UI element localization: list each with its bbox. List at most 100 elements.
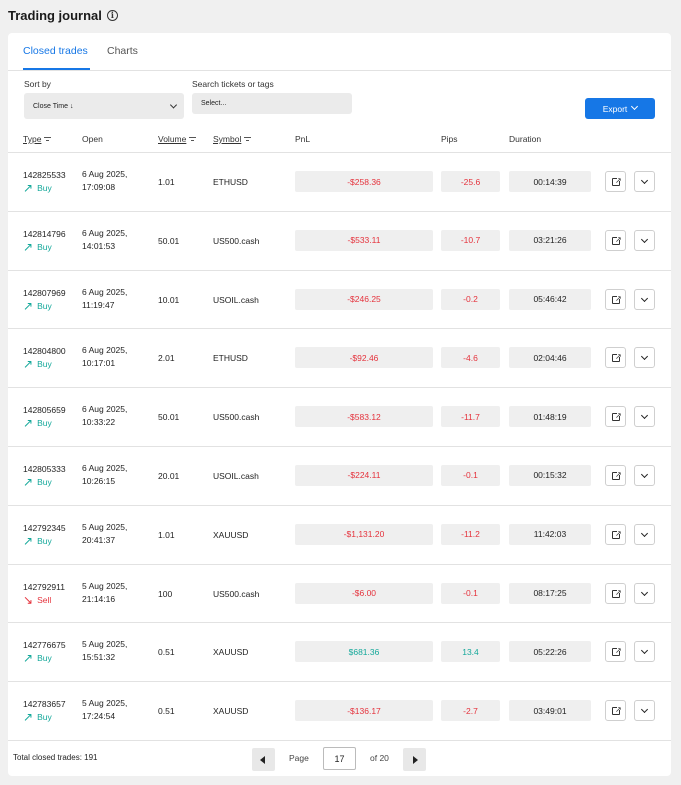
info-icon[interactable]: i <box>106 9 118 21</box>
open-time: 6 Aug 2025, 10:17:01 <box>82 344 127 370</box>
open-date: 6 Aug 2025, <box>82 286 128 297</box>
open-time: 6 Aug 2025, 10:33:22 <box>82 403 127 429</box>
open-trade-button[interactable]: ↗ <box>605 347 626 369</box>
expand-row-button[interactable] <box>634 288 655 310</box>
symbol-value: ETHUSD <box>213 353 248 364</box>
open-clock: 20:41:37 <box>82 534 116 545</box>
open-trade-button[interactable]: ↗ <box>605 523 626 545</box>
expand-row-button[interactable] <box>634 523 655 545</box>
column-volume-label: Volume <box>158 134 187 144</box>
direction-label: Sell <box>37 594 52 605</box>
expand-row-button[interactable] <box>634 171 655 192</box>
duration-value: 02:04:46 <box>509 347 591 369</box>
pnl-value: -$1,131.20 <box>295 523 433 545</box>
tab-charts[interactable]: Charts <box>107 45 138 57</box>
ticket-id: 142792911 <box>23 581 65 592</box>
column-symbol[interactable]: Symbol <box>213 134 252 144</box>
column-pips: Pips <box>441 134 458 144</box>
ticket-id: 142805333 <box>23 463 66 474</box>
pnl-value: -$246.25 <box>295 288 433 310</box>
ticket-id: 142805659 <box>23 405 66 416</box>
arrow-up-right-icon: ↗ <box>23 533 34 548</box>
search-tags-input[interactable]: Select... <box>192 93 352 114</box>
page-total-label: of 20 <box>370 753 389 763</box>
direction-label: Buy <box>37 241 52 252</box>
pnl-value: -$224.11 <box>295 464 433 486</box>
export-button[interactable]: Export <box>585 98 655 119</box>
expand-row-button[interactable] <box>634 406 655 428</box>
open-clock: 17:09:08 <box>82 182 116 192</box>
open-trade-button[interactable]: ↗ <box>605 288 626 310</box>
filter-icon <box>189 136 197 142</box>
tab-bar: Closed trades Charts <box>8 33 671 71</box>
open-trade-button[interactable]: ↗ <box>605 229 626 251</box>
open-time: 6 Aug 2025, 17:09:08 <box>82 168 127 194</box>
column-type-label: Type <box>23 134 42 144</box>
volume-value: 2.01 <box>158 353 175 364</box>
volume-value: 50.01 <box>158 235 180 246</box>
direction-label: Buy <box>37 300 52 311</box>
chevron-right-icon <box>413 756 418 764</box>
open-trade-button[interactable]: ↗ <box>605 406 626 428</box>
open-date: 5 Aug 2025, <box>82 580 128 591</box>
duration-value: 01:48:19 <box>509 406 591 428</box>
volume-value: 100 <box>158 588 173 599</box>
open-date: 6 Aug 2025, <box>82 345 128 356</box>
open-trade-button[interactable]: ↗ <box>605 582 626 604</box>
open-time: 6 Aug 2025, 14:01:53 <box>82 227 127 253</box>
expand-row-button[interactable] <box>634 229 655 251</box>
chevron-down-icon <box>640 235 649 243</box>
search-tags-placeholder: Select... <box>201 100 227 107</box>
sort-select[interactable]: Close Time ↓ <box>24 93 184 119</box>
pnl-value: -$136.17 <box>295 700 433 722</box>
table-row: 142805659 ↗ Buy 6 Aug 2025, 10:33:22 50.01 US5… <box>8 388 671 447</box>
open-time: 6 Aug 2025, 10:26:15 <box>82 462 127 488</box>
pagination-footer: Total closed trades: 191 Page of 20 <box>8 739 671 776</box>
column-volume[interactable]: Volume <box>158 134 197 144</box>
tab-closed-trades[interactable]: Closed trades <box>23 45 88 57</box>
expand-row-button[interactable] <box>634 347 655 369</box>
open-trade-button[interactable]: ↗ <box>605 641 626 663</box>
ticket-id: 142814796 <box>23 228 66 239</box>
page-number-input[interactable] <box>323 747 356 770</box>
open-trade-button[interactable]: ↗ <box>605 171 626 192</box>
column-open: Open <box>82 134 103 144</box>
pnl-value: -$92.46 <box>295 347 433 369</box>
external-link-arrow-icon: ↗ <box>615 705 622 715</box>
arrow-up-right-icon: ↗ <box>23 298 34 313</box>
table-row: 142807969 ↗ Buy 6 Aug 2025, 11:19:47 10.01 USO… <box>8 271 671 330</box>
open-clock: 17:24:54 <box>82 711 116 722</box>
volume-value: 1.01 <box>158 529 175 540</box>
trades-table-body: 142825533 ↗ Buy 6 Aug 2025, 17:09:08 1.01 ETHU… <box>8 153 671 741</box>
pips-value: -10.7 <box>441 229 500 251</box>
column-type[interactable]: Type <box>23 134 52 144</box>
direction-label: Buy <box>37 712 52 723</box>
volume-value: 20.01 <box>158 470 180 481</box>
pnl-value: -$583.12 <box>295 406 433 428</box>
duration-value: 11:42:03 <box>509 523 591 545</box>
open-trade-button[interactable]: ↗ <box>605 464 626 486</box>
external-link-arrow-icon: ↗ <box>615 469 622 479</box>
open-clock: 21:14:16 <box>82 593 116 604</box>
open-trade-button[interactable]: ↗ <box>605 700 626 722</box>
volume-value: 1.01 <box>158 177 175 187</box>
pips-value: -0.2 <box>441 288 500 310</box>
direction-label: Buy <box>37 183 52 193</box>
next-page-button[interactable] <box>403 748 426 771</box>
open-date: 6 Aug 2025, <box>82 227 128 238</box>
external-link-arrow-icon: ↗ <box>615 234 622 244</box>
external-link-arrow-icon: ↗ <box>615 528 622 538</box>
page-title: Trading journal <box>8 7 102 23</box>
volume-value: 50.01 <box>158 412 180 423</box>
open-clock: 10:26:15 <box>82 475 116 486</box>
expand-row-button[interactable] <box>634 700 655 722</box>
prev-page-button[interactable] <box>252 748 275 771</box>
direction-label: Buy <box>37 418 52 429</box>
expand-row-button[interactable] <box>634 641 655 663</box>
chevron-down-icon <box>640 294 649 302</box>
open-date: 5 Aug 2025, <box>82 698 128 709</box>
expand-row-button[interactable] <box>634 464 655 486</box>
expand-row-button[interactable] <box>634 582 655 604</box>
open-time: 5 Aug 2025, 15:51:32 <box>82 638 127 664</box>
chevron-down-icon <box>640 706 649 714</box>
